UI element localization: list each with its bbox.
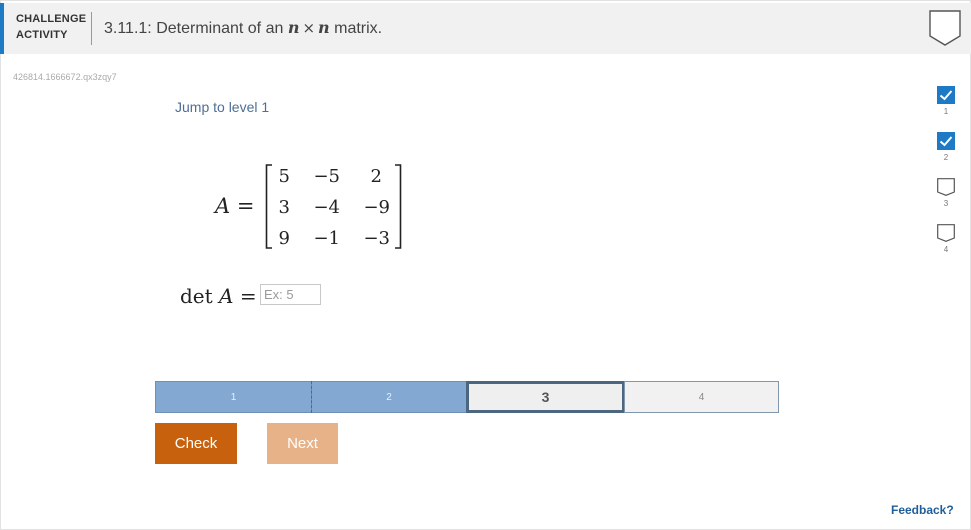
header-divider <box>91 12 92 45</box>
progress-level-2-label: 2 <box>943 153 949 162</box>
check-button[interactable]: Check <box>155 423 237 464</box>
header-accent-bar <box>0 3 4 54</box>
determinant-operator: det <box>180 284 213 308</box>
progress-level-2: 2 <box>936 132 956 162</box>
determinant-equals: = <box>239 284 257 308</box>
matrix-cell-r3c2: −1 <box>313 228 340 249</box>
matrix-cell-r1c3: 2 <box>370 166 382 187</box>
level-divider <box>311 381 312 413</box>
matrix-cell-r3c3: −3 <box>363 228 390 249</box>
matrix-cell-r2c2: −4 <box>313 197 340 218</box>
progress-level-1-label: 1 <box>943 107 949 116</box>
jump-to-level-link[interactable]: Jump to level 1 <box>175 99 269 115</box>
progress-level-3: 3 <box>936 178 956 208</box>
determinant-variable: A <box>219 284 234 308</box>
matrix-cell-r1c1: 5 <box>278 166 290 187</box>
activity-title: 3.11.1: Determinant of an n × n matrix. <box>104 18 382 38</box>
level-progress-bar: 1 2 3 4 <box>155 381 779 413</box>
matrix-cell-r2c3: −9 <box>363 197 390 218</box>
level-1-tab[interactable]: 1 <box>155 381 312 413</box>
determinant-answer-input[interactable] <box>260 284 321 305</box>
matrix-variable: A <box>215 194 231 218</box>
progress-level-3-label: 3 <box>943 199 949 208</box>
activity-frame <box>0 0 971 530</box>
activity-type-line2: ACTIVITY <box>16 29 68 41</box>
empty-badge-icon <box>937 224 955 242</box>
empty-badge-icon <box>937 178 955 196</box>
level-4-tab[interactable]: 4 <box>624 381 779 413</box>
matrix-cell-r2c1: 3 <box>278 197 290 218</box>
matrix-cell-r3c1: 9 <box>278 228 290 249</box>
title-variable-n1: n <box>287 18 300 37</box>
progress-level-1: 1 <box>936 86 956 116</box>
checked-checkbox-icon <box>937 132 955 150</box>
determinant-label: det A = <box>180 284 257 308</box>
progress-level-4-label: 4 <box>943 245 949 254</box>
checked-checkbox-icon <box>937 86 955 104</box>
level-3-tab[interactable]: 3 <box>466 381 625 413</box>
activity-id: 426814.1666672.qx3zqy7 <box>13 72 117 82</box>
activity-type-label: CHALLENGE ACTIVITY <box>16 11 86 43</box>
feedback-link[interactable]: Feedback? <box>891 503 954 517</box>
title-prefix: 3.11.1: Determinant of an <box>104 20 288 37</box>
title-times-symbol: × <box>302 19 316 37</box>
matrix-name: A = <box>215 194 254 218</box>
title-variable-n2: n <box>318 18 330 37</box>
title-suffix: matrix. <box>329 20 383 37</box>
level-2-tab[interactable]: 2 <box>311 381 467 413</box>
next-button[interactable]: Next <box>267 423 338 464</box>
matrix-cell-r1c2: −5 <box>313 166 340 187</box>
matrix-right-bracket <box>395 164 402 249</box>
activity-type-line1: CHALLENGE <box>16 13 87 25</box>
completion-badge-icon <box>929 10 961 46</box>
progress-level-4: 4 <box>936 224 956 254</box>
